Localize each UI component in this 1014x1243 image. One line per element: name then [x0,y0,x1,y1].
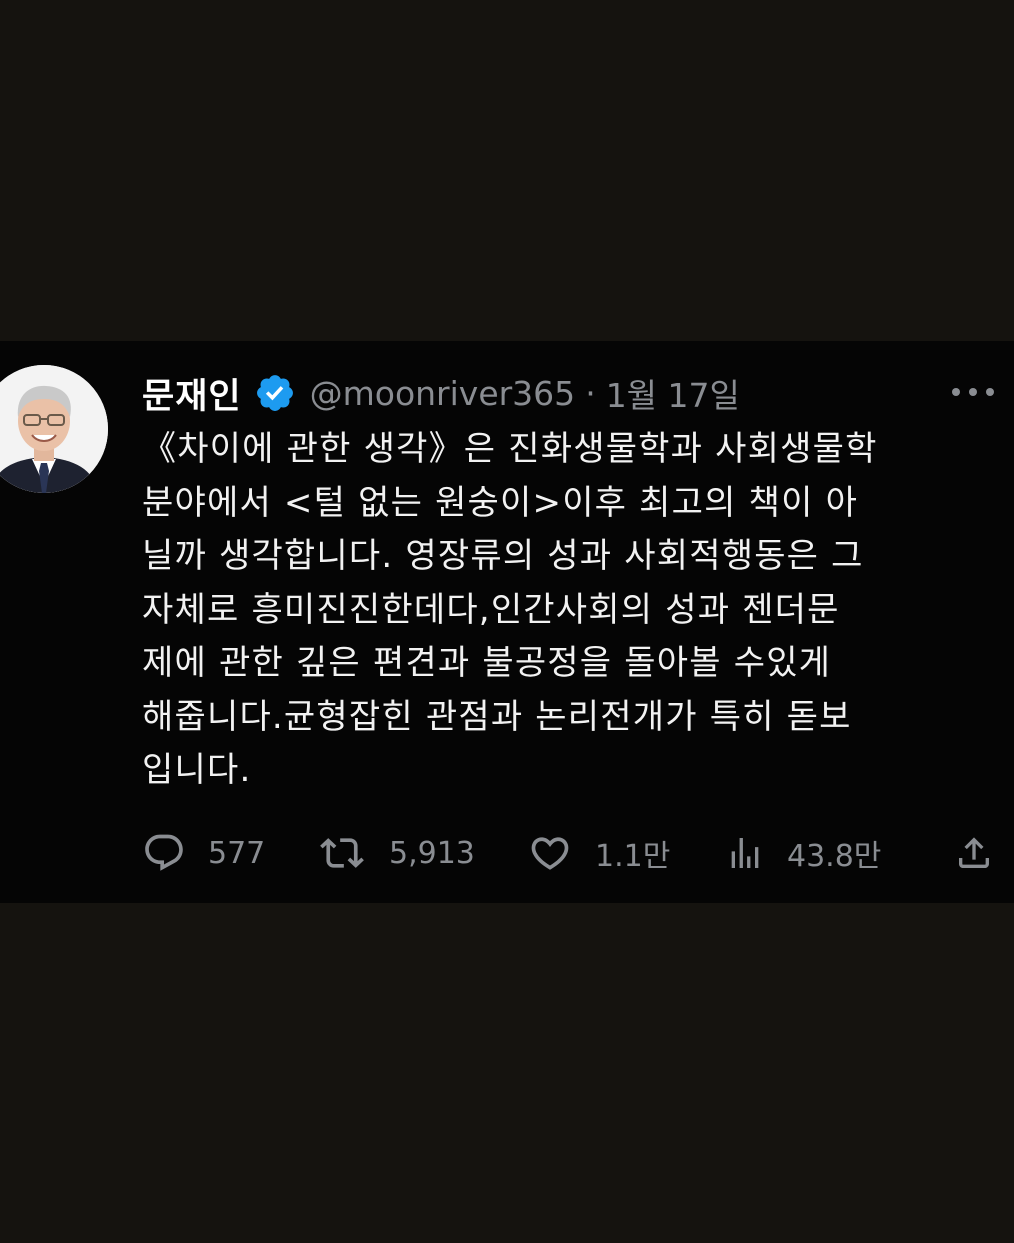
views-count: 43.8만 [787,839,882,874]
header-separator: · [585,373,596,413]
tweet-text-line: 자체로 흥미진진한데다,인간사회의 성과 젠더문 [142,589,840,630]
tweet-text-line: 제에 관한 깊은 편견과 불공정을 돌아볼 수있게 [142,643,832,683]
reply-count: 577 [208,835,266,871]
retweet-count: 5,913 [389,835,475,871]
reply-button[interactable]: 577 [142,831,265,875]
display-name[interactable]: 문재인 [142,368,242,419]
tweet-text-line: 해줍니다.균형잡힌 관점과 논리전개가 특히 돋보 [142,696,852,737]
views-button[interactable]: 43.8만 [725,831,881,875]
tweet-card[interactable]: 문재인 @moonriver365 · 1월 17일 《차이에 관한 생각》은 … [0,341,1014,903]
tweet-text-line: 입니다. [142,750,252,790]
heart-icon [527,831,573,875]
retweet-button[interactable]: 5,913 [317,831,475,875]
more-dots-icon[interactable] [952,383,994,401]
like-count: 1.1만 [595,839,671,874]
share-button[interactable] [954,831,994,875]
avatar[interactable] [0,365,108,493]
reply-bubble-icon [142,831,186,875]
views-bar-chart-icon [725,831,765,875]
tweet-text: 《차이에 관한 생각》은 진화생물학과 사회생물학 분야에서 <털 없는 원숭이… [142,423,1002,798]
dot [986,388,994,396]
tweet-text-line: 《차이에 관한 생각》은 진화생물학과 사회생물학 [142,429,878,469]
tweet-date[interactable]: 1월 17일 [606,369,740,417]
tweet-text-line: 닐까 생각합니다. 영장류의 성과 사회적행동은 그 [142,536,864,576]
like-button[interactable]: 1.1만 [527,831,670,875]
retweet-icon [317,831,367,875]
user-handle[interactable]: @moonriver365 [310,374,576,413]
share-upload-icon [954,831,994,875]
action-bar: 577 5,913 1.1만 43.8만 [142,831,994,875]
tweet-text-line: 분야에서 <털 없는 원숭이>이후 최고의 책이 아 [142,482,859,523]
verified-badge-icon [254,372,296,414]
tweet-header: 문재인 @moonriver365 · 1월 17일 [142,367,740,419]
dot [969,388,977,396]
dot [952,388,960,396]
